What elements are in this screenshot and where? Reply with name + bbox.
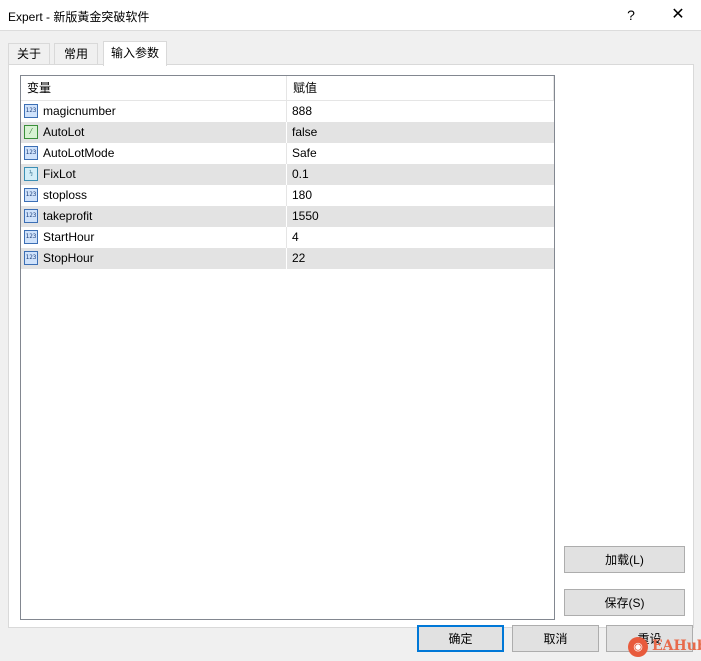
param-value[interactable]: 0.1 xyxy=(292,164,309,185)
param-value[interactable]: 888 xyxy=(292,101,312,122)
column-header-variable[interactable]: 变量 xyxy=(21,76,285,100)
cell-separator xyxy=(286,248,287,269)
enum-icon: 123 xyxy=(24,146,38,160)
param-name: StartHour xyxy=(43,230,95,244)
int-icon: 123 xyxy=(24,251,38,265)
param-name: stoploss xyxy=(43,188,88,202)
cell-separator xyxy=(286,164,287,185)
table-row[interactable]: 123 StartHour 4 xyxy=(21,227,554,248)
title-bar: Expert - 新版黃金突破软件 ? ✕ xyxy=(0,0,701,31)
param-value[interactable]: false xyxy=(292,122,317,143)
column-header-value[interactable]: 赋值 xyxy=(287,76,553,100)
int-icon: 123 xyxy=(24,104,38,118)
ok-button[interactable]: 确定 xyxy=(417,625,504,652)
tab-about[interactable]: 关于 xyxy=(8,43,50,65)
cell-separator xyxy=(286,227,287,248)
load-button[interactable]: 加载(L) xyxy=(564,546,685,573)
eahub-logo-icon: ◉ xyxy=(628,637,648,657)
close-button[interactable]: ✕ xyxy=(655,0,701,30)
table-row[interactable]: 123 stoploss 180 xyxy=(21,185,554,206)
table-row[interactable]: ½ FixLot 0.1 xyxy=(21,164,554,185)
int-icon: 123 xyxy=(24,230,38,244)
param-value[interactable]: 180 xyxy=(292,185,312,206)
cell-separator xyxy=(286,101,287,122)
cell-separator xyxy=(286,185,287,206)
param-value[interactable]: 1550 xyxy=(292,206,319,227)
param-name: AutoLotMode xyxy=(43,146,115,160)
cell-separator xyxy=(286,122,287,143)
param-name: AutoLot xyxy=(43,125,85,139)
column-divider xyxy=(553,76,554,100)
table-row[interactable]: 123 takeprofit 1550 xyxy=(21,206,554,227)
save-button[interactable]: 保存(S) xyxy=(564,589,685,616)
grid-header: 变量 赋值 xyxy=(21,76,554,101)
param-value[interactable]: 22 xyxy=(292,248,305,269)
table-row[interactable]: ⁄ AutoLot false xyxy=(21,122,554,143)
tab-panel: 变量 赋值 123 magicnumber 888 ⁄ AutoLot fals… xyxy=(8,64,694,628)
param-value[interactable]: Safe xyxy=(292,143,317,164)
cancel-button[interactable]: 取消 xyxy=(512,625,599,652)
tab-common[interactable]: 常用 xyxy=(54,43,98,65)
watermark: ◉ EAHub xyxy=(628,636,701,658)
tab-input-params[interactable]: 输入参数 xyxy=(103,41,167,66)
param-name: FixLot xyxy=(43,167,76,181)
param-name: StopHour xyxy=(43,251,94,265)
watermark-text: EAHub xyxy=(652,638,701,654)
table-row[interactable]: 123 StopHour 22 xyxy=(21,248,554,269)
table-row[interactable]: 123 magicnumber 888 xyxy=(21,101,554,122)
cell-separator xyxy=(286,143,287,164)
param-value[interactable]: 4 xyxy=(292,227,299,248)
bool-icon: ⁄ xyxy=(24,125,38,139)
cell-separator xyxy=(286,206,287,227)
help-button[interactable]: ? xyxy=(608,0,654,30)
double-icon: ½ xyxy=(24,167,38,181)
window-title: Expert - 新版黃金突破软件 xyxy=(8,10,150,24)
table-row[interactable]: 123 AutoLotMode Safe xyxy=(21,143,554,164)
int-icon: 123 xyxy=(24,209,38,223)
param-name: magicnumber xyxy=(43,104,116,118)
param-name: takeprofit xyxy=(43,209,93,223)
int-icon: 123 xyxy=(24,188,38,202)
parameters-grid[interactable]: 变量 赋值 123 magicnumber 888 ⁄ AutoLot fals… xyxy=(20,75,555,620)
